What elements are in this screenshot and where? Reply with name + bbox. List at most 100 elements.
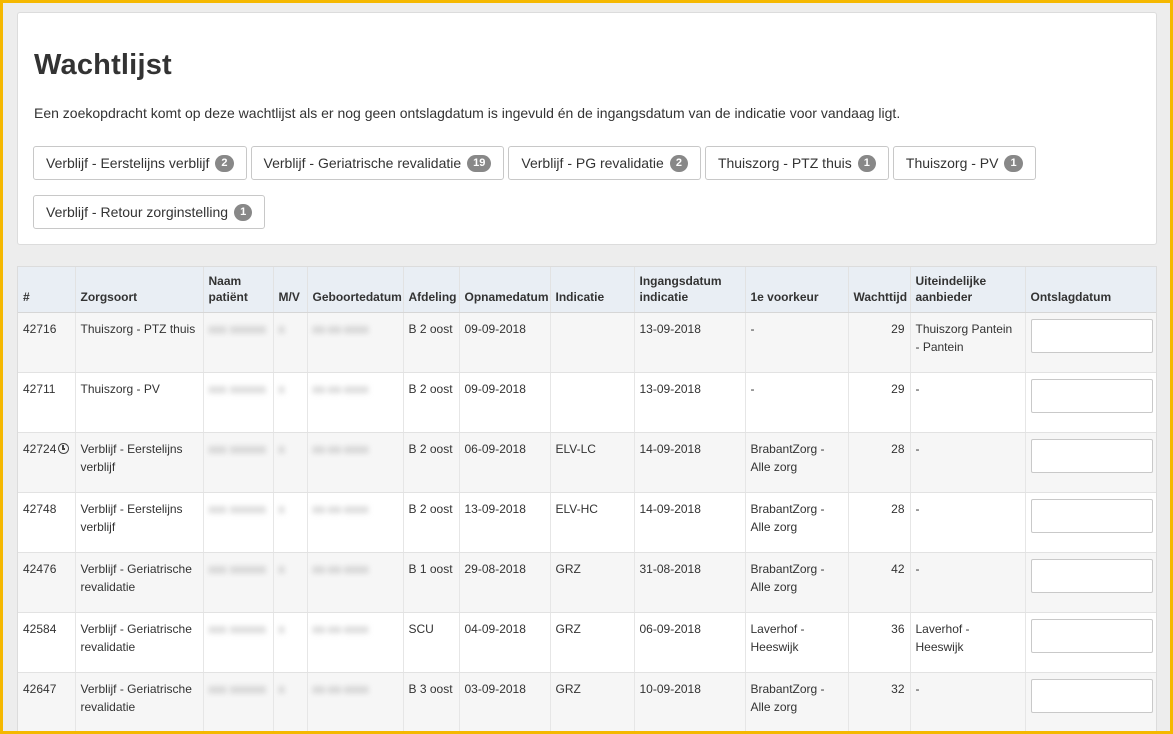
column-header-ontslagdatum[interactable]: Ontslagdatum bbox=[1025, 267, 1156, 313]
column-header-opnamedatum[interactable]: Opnamedatum bbox=[459, 267, 551, 313]
ontslagdatum-input[interactable] bbox=[1030, 499, 1153, 533]
ontslagdatum-input[interactable] bbox=[1030, 679, 1153, 713]
cell-voorkeur: BrabantZorg - Alle zorg bbox=[745, 432, 849, 493]
id-value: 42476 bbox=[23, 562, 57, 576]
id-value: 42711 bbox=[23, 382, 56, 396]
column-header-geboortedatum[interactable]: Geboortedatum bbox=[307, 267, 404, 313]
indicatie-value: ELV-HC bbox=[555, 502, 598, 516]
filter-button-eerstelijns-verblijf[interactable]: Verblijf - Eerstelijns verblijf 2 bbox=[33, 146, 247, 180]
ingangsdatum-value: 31-08-2018 bbox=[639, 562, 701, 576]
opnamedatum-value: 06-09-2018 bbox=[464, 442, 526, 456]
zorgsoort-value: Verblijf - Geriatrische revalidatie bbox=[80, 622, 192, 654]
afdeling-value: B 2 oost bbox=[408, 502, 453, 516]
geboortedatum-value: xx-xx-xxxx bbox=[312, 622, 369, 636]
table-row[interactable]: 42748 Verblijf - Eerstelijns verblijf xxx … bbox=[18, 492, 1156, 553]
cell-aanbieder: - bbox=[910, 432, 1026, 493]
column-header-ingangsdatum[interactable]: Ingangsdatum indicatie bbox=[634, 267, 746, 313]
cell-zorgsoort: Verblijf - Geriatrische revalidatie bbox=[75, 612, 204, 673]
naam-value: xxx xxxxxx bbox=[208, 382, 266, 396]
zorgsoort-value: Verblijf - Eerstelijns verblijf bbox=[80, 442, 183, 474]
cell-indicatie: ELV-HC bbox=[550, 492, 635, 553]
column-header-indicatie[interactable]: Indicatie bbox=[550, 267, 635, 313]
cell-opnamedatum: 13-09-2018 bbox=[459, 492, 551, 553]
filter-button-group: Verblijf - Eerstelijns verblijf 2 Verbli… bbox=[33, 146, 1133, 244]
table-row[interactable]: 42711 Thuiszorg - PV xxx xxxxxx x xx-xx-xxxx… bbox=[18, 372, 1156, 433]
voorkeur-value: Laverhof - Heeswijk bbox=[750, 622, 805, 654]
column-header-id[interactable]: # bbox=[18, 267, 76, 313]
opnamedatum-value: 29-08-2018 bbox=[464, 562, 526, 576]
table-header-row: # Zorgsoort Naam patiënt M/V Geboortedat… bbox=[18, 267, 1156, 313]
cell-ingangsdatum: 13-09-2018 bbox=[634, 372, 746, 433]
count-badge: 1 bbox=[857, 154, 876, 172]
page-title: Wachtlijst bbox=[34, 49, 172, 81]
cell-ingangsdatum: 06-09-2018 bbox=[634, 612, 746, 673]
cell-zorgsoort: Verblijf - Geriatrische revalidatie bbox=[75, 552, 204, 613]
aanbieder-value: - bbox=[915, 502, 920, 516]
cell-zorgsoort: Verblijf - Eerstelijns verblijf bbox=[75, 492, 204, 553]
opnamedatum-value: 09-09-2018 bbox=[464, 322, 526, 336]
filter-button-geriatrische-revalidatie[interactable]: Verblijf - Geriatrische revalidatie 19 bbox=[250, 146, 505, 180]
afdeling-value: B 1 oost bbox=[408, 562, 453, 576]
naam-value: xxx xxxxxx bbox=[208, 682, 266, 696]
cell-aanbieder: Laverhof - Heeswijk bbox=[910, 612, 1026, 673]
afdeling-value: B 2 oost bbox=[408, 382, 453, 396]
cell-id: 42647 bbox=[18, 672, 76, 733]
column-header-afdeling[interactable]: Afdeling bbox=[403, 267, 460, 313]
column-header-aanbieder[interactable]: Uiteindelijke aanbieder bbox=[910, 267, 1026, 313]
column-header-zorgsoort[interactable]: Zorgsoort bbox=[75, 267, 204, 313]
column-header-naam[interactable]: Naam patiënt bbox=[203, 267, 274, 313]
id-value: 42724 bbox=[23, 442, 57, 456]
cell-mv: x bbox=[273, 432, 308, 493]
column-header-voorkeur[interactable]: 1e voorkeur bbox=[745, 267, 849, 313]
table-row[interactable]: 42716 Thuiszorg - PTZ thuis xxx xxxxxx x xx-… bbox=[18, 312, 1156, 373]
filter-button-ptz-thuis[interactable]: Thuiszorg - PTZ thuis 1 bbox=[704, 146, 889, 180]
indicatie-value: GRZ bbox=[555, 622, 581, 636]
cell-geboortedatum: xx-xx-xxxx bbox=[307, 312, 404, 373]
column-header-wachttijd[interactable]: Wachttijd bbox=[848, 267, 911, 313]
cell-id: 42584 bbox=[18, 612, 76, 673]
ontslagdatum-input[interactable] bbox=[1030, 559, 1153, 593]
cell-opnamedatum: 06-09-2018 bbox=[459, 432, 551, 493]
aanbieder-value: Laverhof - Heeswijk bbox=[915, 622, 970, 654]
cell-geboortedatum: xx-xx-xxxx bbox=[307, 492, 404, 553]
aanbieder-value: - bbox=[915, 682, 920, 696]
cell-ontslagdatum bbox=[1025, 312, 1156, 373]
cell-mv: x bbox=[273, 492, 308, 553]
cell-id: 42711 bbox=[18, 372, 76, 433]
naam-value: xxx xxxxxx bbox=[208, 322, 266, 336]
column-header-mv[interactable]: M/V bbox=[273, 267, 308, 313]
opnamedatum-value: 09-09-2018 bbox=[464, 382, 526, 396]
cell-ontslagdatum bbox=[1025, 612, 1156, 673]
cell-geboortedatum: xx-xx-xxxx bbox=[307, 372, 404, 433]
geboortedatum-value: xx-xx-xxxx bbox=[312, 502, 369, 516]
ontslagdatum-input[interactable] bbox=[1030, 379, 1153, 413]
table-row[interactable]: 42584 Verblijf - Geriatrische revalidatie… bbox=[18, 612, 1156, 673]
wachttijd-value: 28 bbox=[891, 502, 905, 516]
mv-value: x bbox=[278, 322, 285, 336]
cell-mv: x bbox=[273, 672, 308, 733]
filter-button-pg-revalidatie[interactable]: Verblijf - PG revalidatie 2 bbox=[508, 146, 701, 180]
cell-afdeling: B 2 oost bbox=[403, 372, 460, 433]
cell-aanbieder: - bbox=[910, 672, 1026, 733]
ontslagdatum-input[interactable] bbox=[1030, 439, 1153, 473]
cell-afdeling: SCU bbox=[403, 612, 460, 673]
afdeling-value: B 3 oost bbox=[408, 682, 453, 696]
filter-button-pv[interactable]: Thuiszorg - PV 1 bbox=[892, 146, 1036, 180]
table-row[interactable]: 42647 Verblijf - Geriatrische revalidatie… bbox=[18, 672, 1156, 733]
table-row[interactable]: 42724 Verblijf - Eerstelijns verblijf xxx … bbox=[18, 432, 1156, 493]
cell-naam: xxx xxxxxx bbox=[203, 492, 274, 553]
mv-value: x bbox=[278, 502, 285, 516]
cell-indicatie bbox=[550, 312, 635, 373]
mv-value: x bbox=[278, 442, 285, 456]
ingangsdatum-value: 10-09-2018 bbox=[639, 682, 701, 696]
cell-afdeling: B 3 oost bbox=[403, 672, 460, 733]
ontslagdatum-input[interactable] bbox=[1030, 619, 1153, 653]
filter-row: Verblijf - Retour zorginstelling 1 bbox=[33, 195, 1133, 229]
table-row[interactable]: 42476 Verblijf - Geriatrische revalidatie… bbox=[18, 552, 1156, 613]
cell-mv: x bbox=[273, 552, 308, 613]
ingangsdatum-value: 14-09-2018 bbox=[639, 442, 701, 456]
cell-wachttijd: 29 bbox=[848, 372, 911, 433]
ontslagdatum-input[interactable] bbox=[1030, 319, 1153, 353]
filter-button-retour-zorginstelling[interactable]: Verblijf - Retour zorginstelling 1 bbox=[33, 195, 266, 229]
cell-geboortedatum: xx-xx-xxxx bbox=[307, 432, 404, 493]
